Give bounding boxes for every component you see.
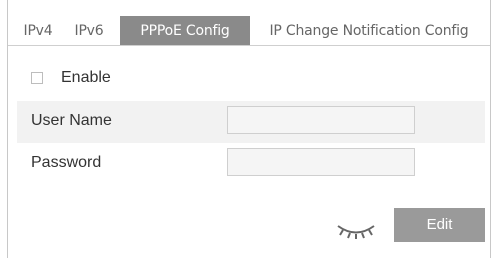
username-row: User Name: [17, 101, 485, 143]
tab-ipv6[interactable]: IPv6: [66, 16, 112, 45]
tab-pppoe-config[interactable]: PPPoE Config: [120, 16, 250, 45]
tab-ip-change-notification-config[interactable]: IP Change Notification Config: [250, 16, 488, 45]
closed-eye-icon[interactable]: [334, 219, 378, 243]
username-input[interactable]: [227, 106, 415, 134]
enable-label: Enable: [61, 69, 111, 86]
password-input[interactable]: [227, 148, 415, 176]
username-label: User Name: [31, 112, 112, 129]
enable-checkbox[interactable]: [31, 72, 43, 84]
password-label: Password: [31, 154, 102, 171]
tab-ipv4[interactable]: IPv4: [17, 16, 59, 45]
password-row: Password: [17, 143, 485, 185]
tab-bar: IPv4 IPv6 PPPoE Config IP Change Notific…: [8, 16, 490, 46]
edit-button[interactable]: Edit: [394, 208, 485, 242]
